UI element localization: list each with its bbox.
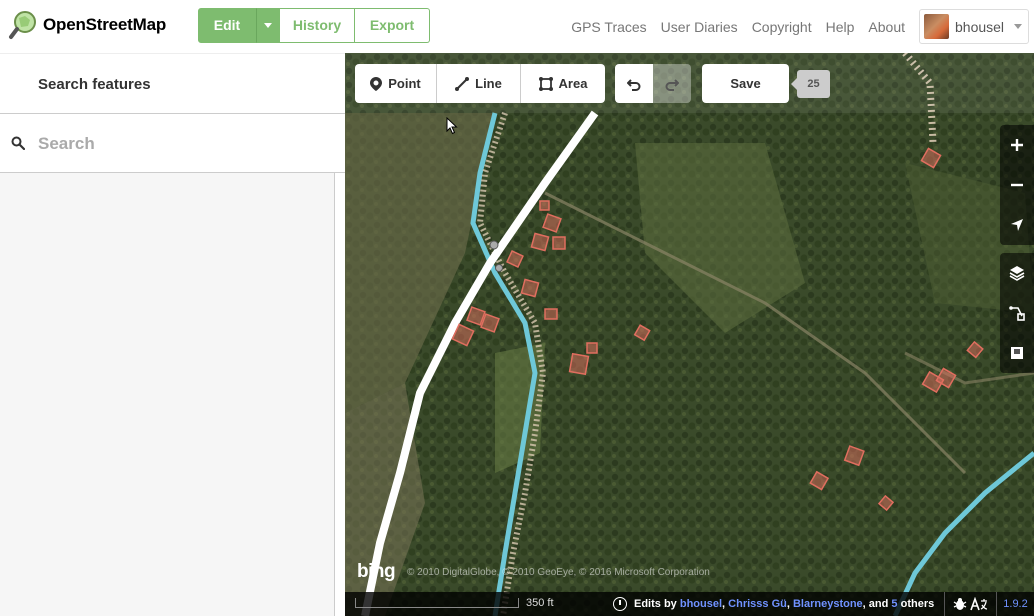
sidebar-title: Search features bbox=[38, 76, 151, 93]
clock-icon bbox=[613, 597, 627, 611]
site-header: OpenStreetMap Edit History Export GPS Tr… bbox=[0, 0, 1034, 53]
vertex[interactable] bbox=[489, 240, 499, 250]
brand-name: OpenStreetMap bbox=[43, 15, 167, 34]
translate-icon[interactable] bbox=[970, 597, 988, 611]
map-pin-icon bbox=[370, 76, 383, 91]
scale-bar[interactable] bbox=[355, 598, 519, 608]
save-button[interactable]: Save bbox=[702, 64, 789, 103]
map-imagery bbox=[345, 53, 1034, 616]
search-row bbox=[0, 113, 345, 173]
area-icon bbox=[538, 76, 553, 91]
line-icon bbox=[455, 76, 470, 91]
zoom-out-button[interactable] bbox=[1000, 165, 1034, 205]
and-label: and bbox=[868, 598, 889, 610]
others-count-link[interactable]: 5 bbox=[891, 598, 897, 610]
osm-logo[interactable]: OpenStreetMap bbox=[8, 10, 166, 40]
user-menu[interactable]: bhousel bbox=[919, 9, 1029, 44]
others-label: others bbox=[900, 598, 935, 610]
username: bhousel bbox=[955, 18, 1005, 35]
edit-dropdown-button[interactable] bbox=[256, 8, 279, 43]
map-footer: 350 ft Edits by bhousel, Chrisss Gü, Bla… bbox=[345, 592, 1034, 616]
search-results-pane bbox=[0, 173, 335, 616]
undo-icon bbox=[627, 78, 641, 91]
chevron-down-icon bbox=[1014, 24, 1023, 29]
bug-icon[interactable] bbox=[953, 597, 967, 611]
map-top-bar: Point Line Area Save 25 bbox=[345, 53, 1034, 113]
version-link[interactable]: 1.9.2 bbox=[996, 592, 1034, 616]
search-icon bbox=[11, 136, 25, 150]
nav-user-diaries[interactable]: User Diaries bbox=[661, 19, 738, 35]
contributor-link[interactable]: Blarneystone bbox=[793, 598, 863, 610]
location-arrow-icon bbox=[1011, 219, 1023, 231]
edit-history-info: Edits by bhousel, Chrisss Gü, Blarneysto… bbox=[613, 592, 934, 616]
footer-tools bbox=[944, 592, 996, 616]
map-canvas[interactable]: Point Line Area Save 25 bing © 2010 Digi… bbox=[345, 53, 1034, 616]
imagery-attribution[interactable]: © 2010 DigitalGlobe, © 2010 GeoEye, © 20… bbox=[407, 567, 710, 578]
nav-gps-traces[interactable]: GPS Traces bbox=[571, 19, 646, 35]
osm-magnifier-icon bbox=[9, 11, 36, 39]
background-settings-button[interactable] bbox=[1000, 253, 1034, 293]
add-line-button[interactable]: Line bbox=[437, 64, 521, 103]
zoom-in-button[interactable] bbox=[1000, 125, 1034, 165]
contributor-link[interactable]: Chrisss Gü bbox=[728, 598, 787, 610]
redo-icon bbox=[665, 78, 679, 91]
minus-icon bbox=[1011, 183, 1023, 187]
scale-label: 350 ft bbox=[526, 597, 554, 609]
nav-copyright[interactable]: Copyright bbox=[752, 19, 812, 35]
history-button[interactable]: History bbox=[279, 8, 355, 43]
add-point-button[interactable]: Point bbox=[355, 64, 437, 103]
bing-logo: bing bbox=[357, 561, 396, 582]
book-icon bbox=[1011, 347, 1023, 359]
line-label: Line bbox=[475, 76, 502, 91]
area-label: Area bbox=[558, 76, 588, 91]
map-data-icon bbox=[1009, 306, 1025, 321]
mouse-cursor-icon bbox=[446, 117, 458, 135]
sidebar: Search features bbox=[0, 53, 345, 616]
search-input[interactable] bbox=[38, 132, 318, 156]
map-data-button[interactable] bbox=[1000, 293, 1034, 333]
help-panel-button[interactable] bbox=[1000, 333, 1034, 373]
nav-about[interactable]: About bbox=[868, 19, 905, 35]
undo-button[interactable] bbox=[615, 64, 653, 103]
top-nav: GPS Traces User Diaries Copyright Help A… bbox=[571, 0, 1034, 53]
plus-icon bbox=[1011, 139, 1023, 151]
edit-button[interactable]: Edit bbox=[198, 8, 256, 43]
edit-count-badge: 25 bbox=[791, 70, 830, 98]
vertex[interactable] bbox=[495, 264, 503, 272]
add-area-button[interactable]: Area bbox=[521, 64, 605, 103]
point-label: Point bbox=[388, 76, 421, 91]
redo-button[interactable] bbox=[653, 64, 691, 103]
nav-help[interactable]: Help bbox=[826, 19, 855, 35]
sidebar-resizer[interactable] bbox=[335, 173, 345, 616]
geolocate-button[interactable] bbox=[1000, 205, 1034, 245]
edits-by-label: Edits by bbox=[634, 598, 677, 610]
caret-down-icon bbox=[263, 22, 272, 28]
layers-icon bbox=[1009, 266, 1025, 281]
avatar bbox=[924, 14, 949, 39]
export-button[interactable]: Export bbox=[355, 8, 430, 43]
contributor-link[interactable]: bhousel bbox=[680, 598, 722, 610]
